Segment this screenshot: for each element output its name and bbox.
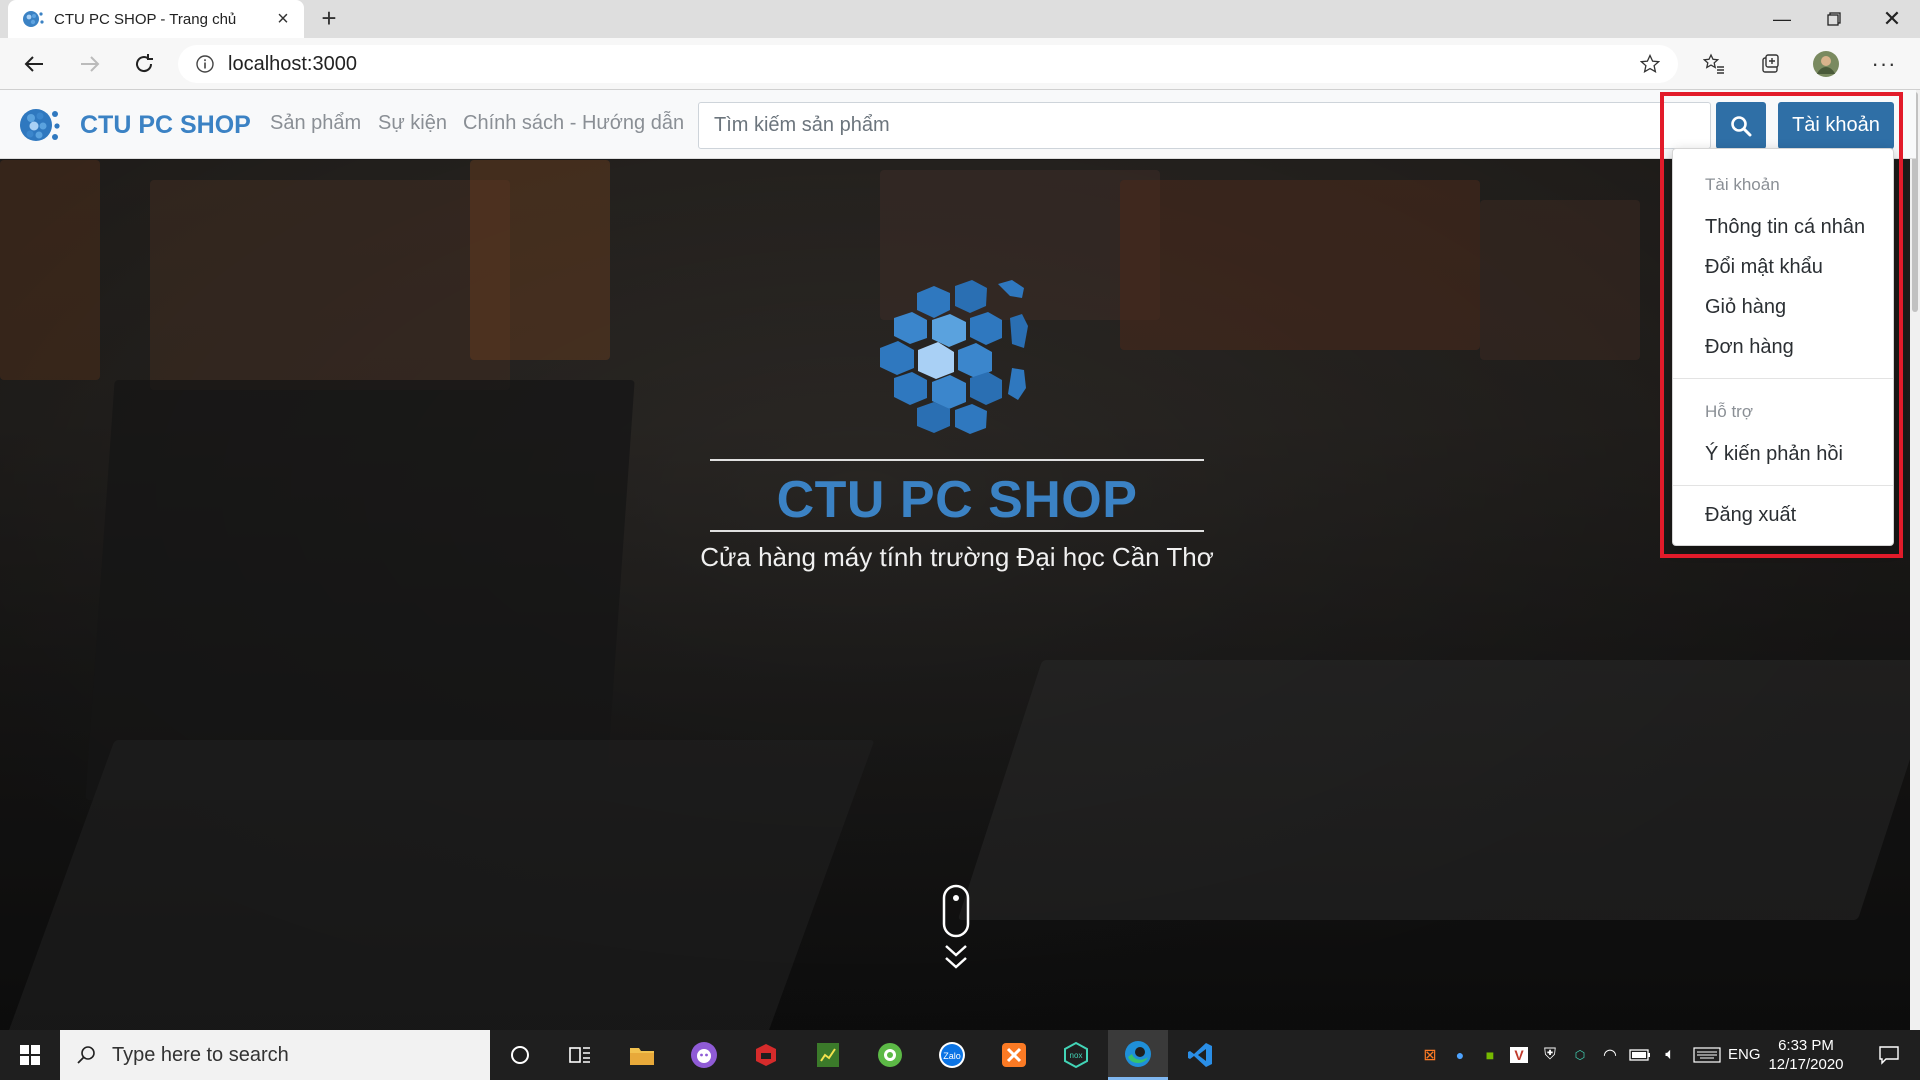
browser-toolbar: localhost:3000 ··· bbox=[0, 38, 1920, 90]
tray-security-icon[interactable]: ⛨ bbox=[1536, 1030, 1564, 1080]
task-view-icon[interactable] bbox=[550, 1030, 610, 1080]
background-poster bbox=[470, 160, 610, 360]
url-text: localhost:3000 bbox=[228, 52, 357, 75]
collections-icon[interactable] bbox=[1752, 46, 1788, 82]
minimize-icon[interactable]: — bbox=[1754, 0, 1810, 38]
background-screen bbox=[1480, 200, 1640, 360]
background-keyboard bbox=[5, 740, 875, 1030]
tray-nvidia-icon[interactable]: ■ bbox=[1476, 1030, 1504, 1080]
svg-text:Zalo: Zalo bbox=[943, 1051, 961, 1061]
battery-icon[interactable] bbox=[1626, 1030, 1654, 1080]
file-explorer-icon[interactable] bbox=[612, 1030, 672, 1080]
scroll-down-icon[interactable] bbox=[938, 884, 974, 976]
browser-tab-bar: CTU PC SHOP - Trang chủ × + — ✕ bbox=[0, 0, 1920, 38]
clock-date: 12/17/2020 bbox=[1768, 1056, 1844, 1073]
close-window-icon[interactable]: ✕ bbox=[1864, 0, 1920, 38]
windows-start-icon[interactable] bbox=[0, 1030, 60, 1080]
brand-logo-icon bbox=[20, 109, 60, 141]
brand-link[interactable]: CTU PC SHOP bbox=[18, 102, 251, 148]
background-poster bbox=[0, 160, 100, 380]
brand-name: CTU PC SHOP bbox=[80, 110, 251, 139]
nav-link-products[interactable]: Sản phẩm bbox=[270, 112, 361, 135]
windows-taskbar: Type here to search Zalo nox ⊠ ● ■ V ⛨ ⬡… bbox=[0, 1030, 1920, 1080]
svg-text:nox: nox bbox=[1070, 1051, 1083, 1060]
hero-divider bbox=[710, 530, 1204, 532]
taskbar-clock[interactable]: 6:33 PM 12/17/2020 bbox=[1756, 1036, 1856, 1074]
favorites-icon[interactable] bbox=[1696, 46, 1732, 82]
xampp-icon[interactable] bbox=[984, 1030, 1044, 1080]
back-arrow-icon[interactable] bbox=[16, 46, 52, 82]
maximize-icon[interactable] bbox=[1806, 0, 1862, 38]
more-options-icon[interactable]: ··· bbox=[1866, 46, 1902, 82]
nav-link-policy-guide[interactable]: Chính sách - Hướng dẫn bbox=[463, 112, 684, 135]
tab-close-icon[interactable]: × bbox=[272, 8, 294, 31]
volume-icon[interactable]: 🔈︎ bbox=[1656, 1030, 1684, 1080]
keyboard-icon[interactable] bbox=[1690, 1030, 1724, 1080]
hero-title: CTU PC SHOP bbox=[776, 471, 1138, 529]
annotation-highlight-box bbox=[1660, 92, 1903, 558]
refresh-icon[interactable] bbox=[126, 46, 162, 82]
cortana-icon[interactable] bbox=[490, 1030, 550, 1080]
taskbar-search-icon bbox=[77, 1046, 95, 1064]
info-icon[interactable] bbox=[196, 55, 214, 73]
hero-logo-icon bbox=[880, 280, 1028, 434]
site-navbar: CTU PC SHOP Sản phẩm Sự kiện Chính sách … bbox=[0, 90, 1916, 159]
taskbar-search-placeholder: Type here to search bbox=[112, 1043, 289, 1066]
hero-divider bbox=[710, 459, 1204, 461]
taskbar-search-box[interactable]: Type here to search bbox=[60, 1030, 490, 1080]
search-input[interactable]: Tìm kiếm sản phẩm bbox=[698, 102, 1711, 149]
garena-icon[interactable] bbox=[736, 1030, 796, 1080]
tray-app-v-icon[interactable]: V bbox=[1504, 1030, 1534, 1080]
background-laptop-row bbox=[957, 660, 1916, 920]
background-poster bbox=[150, 180, 510, 390]
notification-center-icon[interactable] bbox=[1864, 1030, 1914, 1080]
browser-tab[interactable]: CTU PC SHOP - Trang chủ × bbox=[8, 0, 304, 38]
favorite-star-icon[interactable] bbox=[1640, 54, 1660, 74]
site-favicon-icon bbox=[23, 11, 44, 27]
tray-zalo-icon[interactable]: ● bbox=[1446, 1030, 1474, 1080]
hero-subtitle: Cửa hàng máy tính trường Đại học Cần Thơ bbox=[700, 542, 1214, 572]
tab-title: CTU PC SHOP - Trang chủ bbox=[54, 10, 237, 28]
new-tab-icon[interactable]: + bbox=[314, 4, 344, 34]
profile-avatar[interactable] bbox=[1808, 46, 1844, 82]
coccoc-browser-icon[interactable] bbox=[860, 1030, 920, 1080]
vscode-icon[interactable] bbox=[1170, 1030, 1230, 1080]
tray-nox-icon[interactable]: ⬡ bbox=[1566, 1030, 1594, 1080]
zalo-icon[interactable]: Zalo bbox=[922, 1030, 982, 1080]
app-chart-icon[interactable] bbox=[798, 1030, 858, 1080]
nav-link-events[interactable]: Sự kiện bbox=[378, 112, 447, 135]
edge-browser-icon[interactable] bbox=[1108, 1030, 1168, 1080]
search-placeholder: Tìm kiếm sản phẩm bbox=[714, 114, 890, 136]
background-laptop bbox=[85, 380, 635, 800]
tray-xampp-icon[interactable]: ⊠ bbox=[1416, 1030, 1444, 1080]
wifi-icon[interactable]: ◠ bbox=[1596, 1030, 1624, 1080]
hero-section: CTU PC SHOP Cửa hàng máy tính trường Đại… bbox=[0, 160, 1916, 1030]
address-bar[interactable]: localhost:3000 bbox=[178, 45, 1678, 83]
github-desktop-icon[interactable] bbox=[674, 1030, 734, 1080]
background-screen bbox=[1120, 180, 1480, 350]
clock-time: 6:33 PM bbox=[1778, 1037, 1834, 1054]
nox-player-icon[interactable]: nox bbox=[1046, 1030, 1106, 1080]
forward-arrow-icon[interactable] bbox=[72, 46, 108, 82]
